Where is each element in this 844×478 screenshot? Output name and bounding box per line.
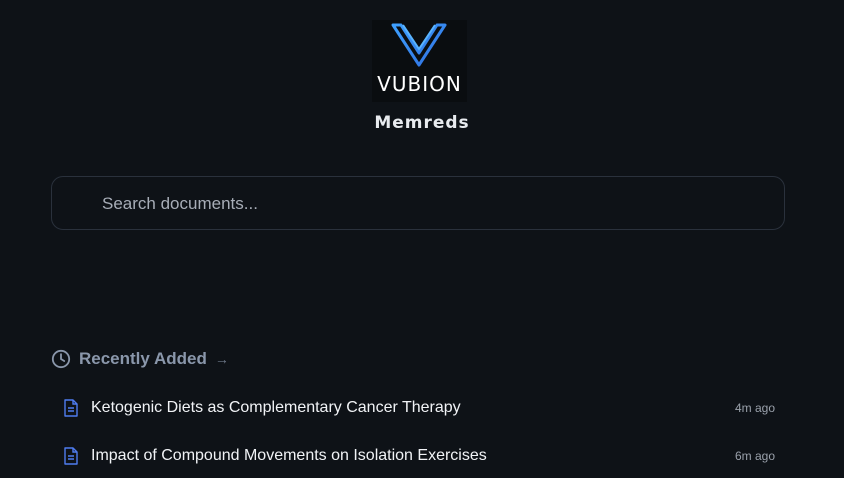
recently-added-header[interactable]: Recently Added → bbox=[51, 346, 229, 372]
v-logo-icon bbox=[391, 23, 447, 67]
app-name: Memreds bbox=[374, 113, 470, 133]
document-title: Impact of Compound Movements on Isolatio… bbox=[91, 447, 487, 464]
brand-logo[interactable]: VUBION bbox=[372, 20, 467, 102]
home-page: VUBION Memreds Recently Added → Ketogeni… bbox=[0, 0, 844, 478]
recently-added-title: Recently Added bbox=[79, 349, 207, 368]
search-input[interactable] bbox=[100, 177, 764, 230]
search-box[interactable] bbox=[51, 176, 785, 230]
arrow-right-icon: → bbox=[214, 351, 229, 367]
document-list-item[interactable]: Impact of Compound Movements on Isolatio… bbox=[51, 438, 785, 474]
document-icon bbox=[64, 447, 78, 465]
clock-icon bbox=[51, 349, 71, 369]
document-list-item[interactable]: Ketogenic Diets as Complementary Cancer … bbox=[51, 390, 785, 426]
document-title: Ketogenic Diets as Complementary Cancer … bbox=[91, 399, 461, 416]
document-timestamp: 4m ago bbox=[734, 401, 775, 415]
document-icon bbox=[64, 399, 78, 417]
document-timestamp: 6m ago bbox=[734, 449, 775, 463]
logo-text: VUBION bbox=[377, 72, 462, 96]
